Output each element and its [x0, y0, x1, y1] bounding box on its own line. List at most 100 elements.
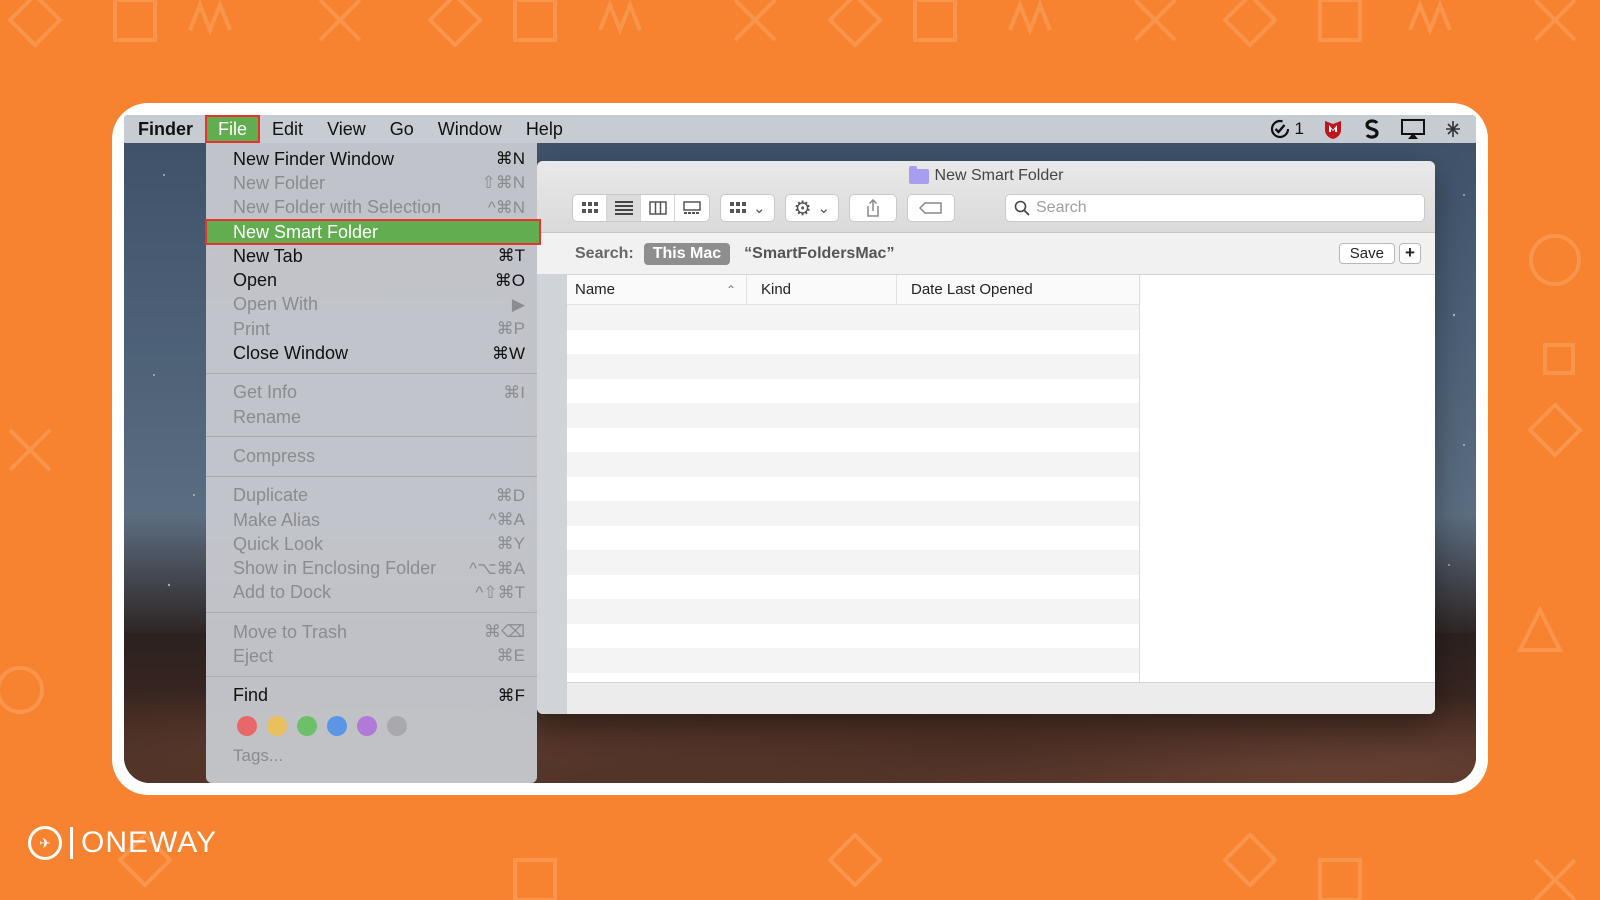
tag-color-dot[interactable] — [267, 715, 287, 736]
list-icon — [614, 201, 633, 215]
skitch-icon[interactable] — [1362, 118, 1382, 140]
gallery-view-button[interactable] — [675, 195, 709, 221]
search-input[interactable] — [1036, 199, 1396, 217]
table-row — [567, 575, 1139, 600]
table-row — [567, 428, 1139, 453]
table-row — [567, 550, 1139, 575]
column-header-kind[interactable]: Kind — [747, 275, 897, 304]
column-header-date-last-opened[interactable]: Date Last Opened — [897, 275, 1033, 304]
icon-view-button[interactable] — [573, 195, 607, 221]
table-row — [567, 330, 1139, 355]
column-header-name[interactable]: Name ⌃ — [567, 275, 747, 304]
table-row — [567, 403, 1139, 428]
menu-bar: Finder File Edit View Go Window Help 1 — [124, 115, 1476, 143]
menu-view[interactable]: View — [315, 115, 378, 143]
menu-item-show-in-enclosing-folder[interactable]: Show in Enclosing Folder ^⌥⌘A — [206, 556, 537, 580]
group-by-button[interactable]: ⌄ — [720, 194, 775, 222]
menu-item-open-with[interactable]: Open With ▶ — [206, 293, 537, 317]
menu-item-new-smart-folder[interactable]: New Smart Folder — [205, 218, 541, 246]
menu-item-label: Eject — [233, 645, 274, 666]
smart-folder-icon — [908, 165, 929, 184]
airplay-icon[interactable] — [1400, 118, 1426, 140]
search-icon — [1014, 200, 1030, 216]
menu-item-label: Rename — [233, 406, 302, 427]
menu-item-print[interactable]: Print ⌘P — [206, 317, 537, 341]
menu-item-shortcut: ^⇧⌘T — [475, 582, 525, 602]
gear-icon: ⚙ — [793, 197, 812, 220]
menu-item-shortcut: ^⌥⌘A — [469, 558, 525, 578]
tag-button[interactable] — [907, 194, 956, 222]
task-status-item[interactable]: 1 — [1269, 118, 1304, 140]
menu-window[interactable]: Window — [426, 115, 514, 143]
desktop: Finder File Edit View Go Window Help 1 N… — [124, 115, 1476, 783]
results-area: Name ⌃ Kind Date Last Opened — [567, 275, 1435, 682]
extra-status-icon[interactable] — [1444, 119, 1462, 139]
tag-color-dot[interactable] — [357, 715, 377, 736]
menu-item-find[interactable]: Find ⌘F — [206, 684, 537, 708]
menu-item-close-window[interactable]: Close Window ⌘W — [206, 341, 537, 365]
menu-separator — [206, 372, 537, 374]
table-row — [567, 673, 1139, 683]
menu-item-new-folder[interactable]: New Folder ⇧⌘N — [206, 171, 537, 195]
menu-item-get-info[interactable]: Get Info ⌘I — [206, 381, 537, 405]
icon-grid-icon — [581, 202, 598, 213]
menu-item-shortcut: ⌘D — [495, 485, 525, 505]
logo-mark-icon: ✈ — [28, 826, 62, 860]
toolbar: ⌄ ⚙ ⌄ — [572, 193, 1425, 223]
menu-item-open[interactable]: Open ⌘O — [206, 268, 537, 292]
share-icon — [867, 199, 879, 217]
menu-item-label: Open — [233, 270, 278, 291]
menu-item-new-tab[interactable]: New Tab ⌘T — [206, 244, 537, 268]
menu-item-shortcut: ⌘F — [497, 685, 525, 705]
menu-item-label: Get Info — [233, 382, 298, 403]
menu-item-duplicate[interactable]: Duplicate ⌘D — [206, 484, 537, 508]
column-view-button[interactable] — [641, 195, 675, 221]
tag-color-dot[interactable] — [297, 715, 317, 736]
scope-this-mac-button[interactable]: This Mac — [643, 242, 731, 265]
tag-color-dot[interactable] — [387, 715, 407, 736]
list-view-button[interactable] — [607, 195, 641, 221]
menu-finder[interactable]: Finder — [124, 115, 205, 143]
menu-edit[interactable]: Edit — [260, 115, 315, 143]
menu-item-shortcut: ⌘⌫ — [483, 622, 525, 642]
menu-item-tags[interactable]: Tags... — [206, 746, 537, 766]
table-row — [567, 354, 1139, 379]
menu-separator — [206, 475, 537, 477]
menu-item-new-folder-with-selection[interactable]: New Folder with Selection ^⌘N — [206, 196, 537, 220]
logo-divider — [70, 827, 73, 859]
menu-item-shortcut: ⌘I — [503, 382, 525, 402]
menu-item-shortcut: ▶ — [511, 294, 525, 314]
menu-help[interactable]: Help — [514, 115, 575, 143]
title-bar: New Smart Folder ⌄ ⚙ ⌄ Search — [537, 161, 1435, 233]
save-button[interactable]: Save — [1338, 243, 1395, 264]
mcafee-icon[interactable] — [1322, 118, 1344, 140]
tag-color-dot[interactable] — [327, 715, 347, 736]
menu-file[interactable]: File — [205, 115, 261, 143]
share-button[interactable] — [849, 194, 898, 222]
menu-item-compress[interactable]: Compress — [206, 444, 537, 468]
menu-item-new-finder-window[interactable]: New Finder Window ⌘N — [206, 147, 537, 171]
menu-go[interactable]: Go — [378, 115, 426, 143]
gallery-icon — [683, 201, 701, 214]
menu-item-shortcut: ⌘T — [497, 246, 525, 266]
tag-color-dot[interactable] — [237, 715, 257, 736]
menu-item-shortcut: ⌘Y — [496, 534, 525, 554]
action-button[interactable]: ⚙ ⌄ — [784, 194, 840, 222]
add-criteria-button[interactable]: + — [1399, 243, 1421, 264]
chevron-down-icon: ⌄ — [817, 200, 831, 217]
table-row — [567, 452, 1139, 477]
search-field[interactable] — [1005, 194, 1425, 222]
column-header-row: Name ⌃ Kind Date Last Opened — [567, 275, 1139, 305]
menu-item-add-to-dock[interactable]: Add to Dock ^⇧⌘T — [206, 581, 537, 605]
menu-item-rename[interactable]: Rename — [206, 405, 537, 429]
tag-icon — [919, 202, 942, 214]
menu-item-make-alias[interactable]: Make Alias ^⌘A — [206, 508, 537, 532]
menu-item-move-to-trash[interactable]: Move to Trash ⌘⌫ — [206, 620, 537, 644]
menu-item-quick-look[interactable]: Quick Look ⌘Y — [206, 532, 537, 556]
sidebar-edge — [537, 233, 567, 714]
scope-query-button[interactable]: “SmartFoldersMac” — [744, 245, 894, 263]
menu-item-label: New Finder Window — [233, 148, 395, 169]
table-row — [567, 526, 1139, 551]
menu-item-eject[interactable]: Eject ⌘E — [206, 644, 537, 668]
menu-item-label: Open With — [233, 294, 319, 315]
